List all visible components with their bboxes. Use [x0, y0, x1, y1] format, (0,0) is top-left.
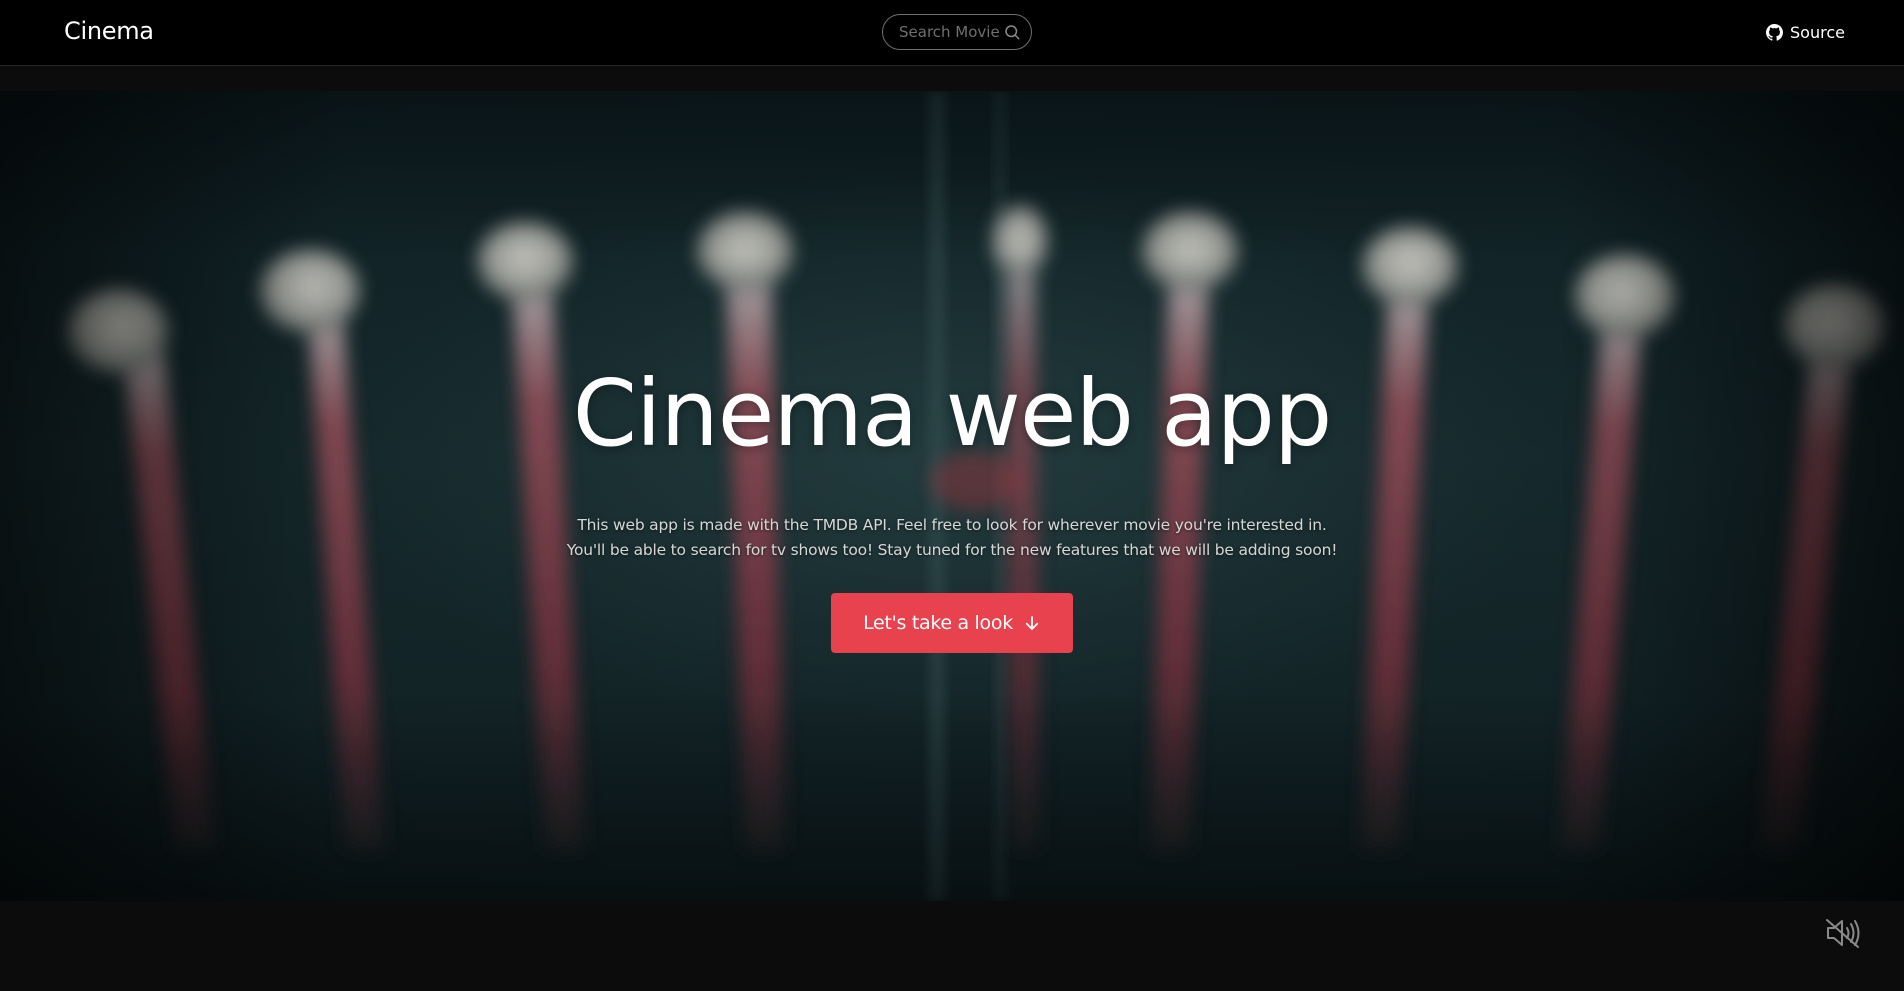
source-link[interactable]: Source [1766, 20, 1845, 44]
search-box[interactable] [882, 14, 1032, 50]
hero-title: Cinema web app [572, 360, 1333, 467]
take-a-look-button[interactable]: Let's take a look [831, 592, 1073, 653]
take-a-look-label: Let's take a look [863, 611, 1013, 634]
navbar: Cinema Source [0, 0, 1904, 66]
hero-section: Cinema web app This web app is made with… [0, 91, 1904, 901]
hero-description-line: This web app is made with the TMDB API. … [577, 515, 1327, 534]
search-input[interactable] [899, 23, 1003, 41]
volume-muted-icon [1826, 919, 1860, 948]
page: Cinema Source [0, 0, 1904, 991]
hero-description-line: You'll be able to search for tv shows to… [566, 540, 1338, 559]
search-icon[interactable] [1003, 23, 1021, 41]
hero-description: This web app is made with the TMDB API. … [566, 513, 1338, 563]
brand-logo[interactable]: Cinema [64, 17, 154, 45]
source-label: Source [1790, 22, 1845, 42]
github-icon [1766, 23, 1783, 41]
hero-content: Cinema web app This web app is made with… [0, 91, 1904, 901]
arrow-down-icon [1025, 615, 1039, 630]
mute-toggle-button[interactable] [1824, 916, 1864, 950]
